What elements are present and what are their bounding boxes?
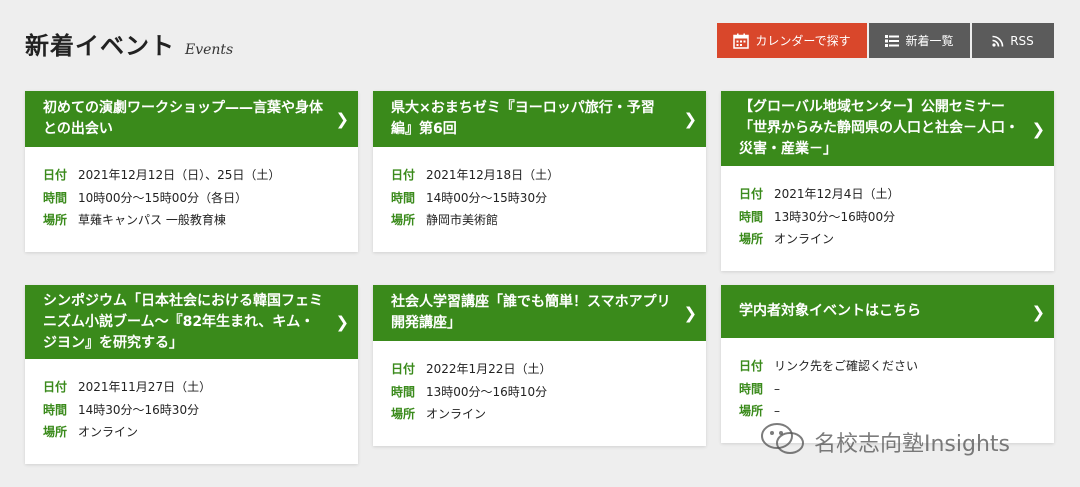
time-label: 時間 (43, 402, 68, 417)
rss-button[interactable]: RSS (972, 23, 1054, 58)
event-place: 静岡市美術館 (426, 213, 499, 227)
event-card: シンポジウム「日本社会における韓国フェミニズム小説ブーム～『82年生まれ、キム・… (25, 285, 358, 464)
chevron-right-icon: ❯ (683, 109, 697, 129)
page-header: 新着イベント Events (25, 26, 233, 61)
chevron-right-icon: ❯ (1031, 119, 1045, 138)
new-list-button[interactable]: 新着一覧 (869, 23, 970, 58)
event-title: 社会人学習講座「誰でも簡単！スマホアプリ開発講座」 (391, 294, 671, 331)
page-subtitle: Events (185, 42, 234, 58)
calendar-search-label: カレンダーで探す (755, 34, 851, 48)
rss-label: RSS (1010, 33, 1034, 48)
date-label: 日付 (739, 359, 764, 373)
chevron-right-icon: ❯ (335, 312, 349, 332)
date-label: 日付 (739, 187, 764, 201)
event-place: オンライン (774, 232, 835, 246)
chevron-right-icon: ❯ (683, 303, 697, 323)
event-title-link[interactable]: 【グローバル地域センター】公開セミナー「世界からみた静岡県の人口と社会－人口・災… (721, 91, 1054, 166)
event-date: リンク先をご確認ください (774, 359, 919, 373)
place-label: 場所 (391, 407, 416, 421)
event-title: 県大×おまちゼミ『ヨーロッパ旅行・予習編』第6回 (391, 100, 655, 137)
time-label: 時間 (739, 381, 764, 396)
event-title: 学内者対象イベントはこちら (739, 303, 921, 319)
event-place: 草薙キャンパス 一般教育棟 (78, 213, 226, 227)
event-title-link[interactable]: 初めての演劇ワークショップ——言葉や身体との出会い ❯ (25, 91, 358, 147)
event-time: 13時00分～16時10分 (426, 384, 548, 399)
event-date: 2021年12月4日（土） (774, 187, 900, 201)
time-label: 時間 (43, 190, 68, 205)
date-label: 日付 (43, 380, 68, 394)
event-title-link[interactable]: シンポジウム「日本社会における韓国フェミニズム小説ブーム～『82年生まれ、キム・… (25, 285, 358, 359)
event-title-link[interactable]: 社会人学習講座「誰でも簡単！スマホアプリ開発講座」 ❯ (373, 285, 706, 341)
event-title-link[interactable]: 学内者対象イベントはこちら ❯ (721, 285, 1054, 338)
event-time: 10時00分～15時00分（各日） (78, 190, 248, 205)
date-label: 日付 (43, 168, 68, 182)
event-time: 14時30分～16時30分 (78, 402, 200, 417)
wechat-icon (760, 422, 806, 462)
event-title-link[interactable]: 県大×おまちゼミ『ヨーロッパ旅行・予習編』第6回 ❯ (373, 91, 706, 147)
time-label: 時間 (391, 384, 416, 399)
event-title: 初めての演劇ワークショップ——言葉や身体との出会い (43, 100, 323, 137)
event-date: 2021年12月18日（土） (426, 168, 560, 182)
time-label: 時間 (391, 190, 416, 205)
calendar-icon (733, 33, 750, 49)
event-time: 13時30分～16時00分 (774, 209, 896, 224)
chevron-right-icon: ❯ (1031, 302, 1045, 321)
event-card: 【グローバル地域センター】公開セミナー「世界からみた静岡県の人口と社会－人口・災… (721, 91, 1054, 271)
event-date: 2021年11月27日（土） (78, 380, 212, 394)
rss-icon (992, 35, 1004, 47)
watermark-text: 名校志向塾Insights (814, 432, 1011, 457)
event-card: 初めての演劇ワークショップ——言葉や身体との出会い ❯ 日付 2021年12月12… (25, 91, 358, 252)
event-date: 2021年12月12日（日）、25日（土） (78, 168, 281, 182)
event-place: オンライン (78, 425, 139, 439)
watermark: 名校志向塾Insights (760, 422, 1010, 462)
header-buttons: カレンダーで探す 新着一覧 RSS (717, 23, 1054, 58)
event-card: 社会人学習講座「誰でも簡単！スマホアプリ開発講座」 ❯ 日付 2022年1月22日… (373, 285, 706, 446)
event-time: 14時00分～15時30分 (426, 190, 548, 205)
place-label: 場所 (739, 232, 764, 246)
new-list-label: 新着一覧 (905, 34, 954, 48)
event-title: シンポジウム「日本社会における韓国フェミニズム小説ブーム～『82年生まれ、キム・… (43, 292, 323, 351)
event-time: – (774, 381, 780, 396)
date-label: 日付 (391, 168, 416, 182)
event-title: 【グローバル地域センター】公開セミナー「世界からみた静岡県の人口と社会－人口・災… (739, 99, 1019, 157)
place-label: 場所 (43, 213, 68, 227)
place-label: 場所 (391, 213, 416, 227)
event-date: 2022年1月22日（土） (426, 362, 552, 376)
place-label: 場所 (43, 425, 68, 439)
place-label: 場所 (739, 404, 764, 418)
page-title: 新着イベント (25, 32, 175, 60)
time-label: 時間 (739, 209, 764, 224)
event-place: – (774, 404, 780, 418)
event-card: 県大×おまちゼミ『ヨーロッパ旅行・予習編』第6回 ❯ 日付 2021年12月18日… (373, 91, 706, 252)
event-card: 学内者対象イベントはこちら ❯ 日付 リンク先をご確認ください 時間 – 場所 – (721, 285, 1054, 443)
date-label: 日付 (391, 362, 416, 376)
chevron-right-icon: ❯ (335, 109, 349, 129)
list-icon (885, 34, 900, 47)
calendar-search-button[interactable]: カレンダーで探す (717, 23, 867, 58)
event-place: オンライン (426, 407, 487, 421)
